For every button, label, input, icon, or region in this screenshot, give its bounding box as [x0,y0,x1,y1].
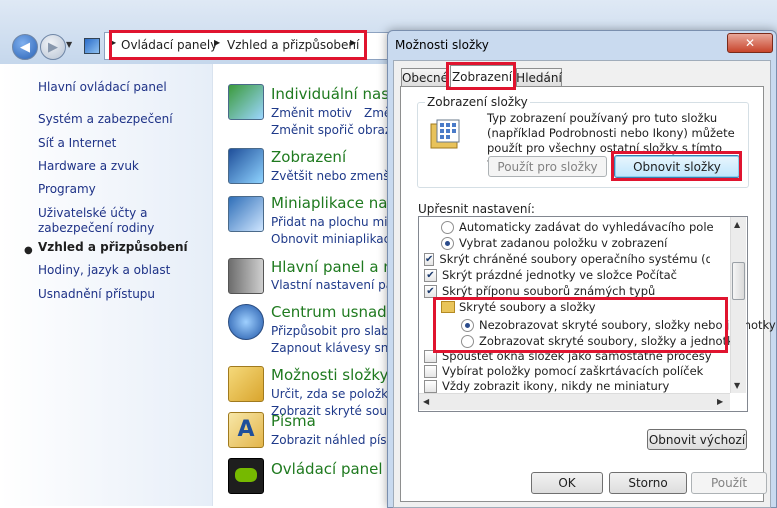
fonts-icon: A [228,412,264,448]
apply-to-folders-button[interactable]: Použít pro složky [488,156,607,177]
list-item[interactable]: Vybrat zadanou položku v zobrazení [441,236,667,250]
display-icon [228,148,264,184]
nav-link-programs[interactable]: Programy [38,182,208,197]
tab-general[interactable]: Obecné [401,68,449,87]
list-item-label: Vybírat položky pomocí zaškrtávacích pol… [442,364,704,378]
advanced-settings-label: Upřesnit nastavení: [418,202,535,216]
list-item-label: Vybrat zadanou položku v zobrazení [459,236,668,250]
forward-button[interactable]: ▶ [40,34,66,60]
list-item[interactable]: Automaticky zadávat do vyhledávacího pol… [441,220,714,234]
list-item[interactable]: ✔ Skrýt chráněné soubory operačního systé… [424,252,710,266]
forward-arrow-icon: ▶ [48,39,58,55]
category-title[interactable]: Hlavní panel a na [271,258,402,276]
gadgets-icon [228,196,264,232]
category-link[interactable]: Přidat na plochu minia [271,215,406,229]
category-title[interactable]: Možnosti složky [271,366,388,384]
ease-of-access-icon [228,304,264,340]
checkbox[interactable] [424,379,437,393]
list-item-label: Skrýt prázdné jednotky ve složce Počítač [442,268,678,282]
nav-link-user-accounts[interactable]: Uživatelské účty a zabezpečení rodiny [38,206,208,236]
checkbox[interactable]: ✔ [424,268,437,282]
back-arrow-icon: ◀ [20,39,30,55]
dialog-title: Možnosti složky [395,38,489,52]
category-title[interactable]: Centrum usnadn [271,303,396,321]
recent-pages-chevron-icon[interactable]: ▼ [66,40,76,52]
left-navigation-pane [0,64,213,506]
nav-link-system-security[interactable]: Systém a zabezpečení [38,112,208,127]
list-item[interactable]: ✔ Skrýt prázdné jednotky ve složce Počíta… [424,268,677,282]
checkbox[interactable]: ✔ [424,252,435,266]
horizontal-scrollbar[interactable] [419,393,730,410]
nav-link-hardware-sound[interactable]: Hardware a zvuk [38,159,208,174]
folder-icon [228,366,264,402]
checkbox[interactable]: ✔ [424,284,437,298]
radio-button[interactable] [441,220,454,234]
control-panel-icon [84,38,100,54]
close-button[interactable]: ✕ [727,33,773,53]
hidden-files-highlight-box [433,297,728,353]
ok-button[interactable]: OK [531,472,603,494]
category-title[interactable]: Ovládací panel N [271,460,399,478]
scroll-right-icon[interactable]: ▶ [717,397,723,406]
scroll-down-icon[interactable]: ▼ [734,381,740,390]
back-button[interactable]: ◀ [12,34,38,60]
category-title[interactable]: Zobrazení [271,148,346,166]
taskbar-icon [228,258,264,294]
vertical-scrollbar[interactable] [730,217,746,393]
restore-defaults-button[interactable]: Obnovit výchozí [647,429,747,450]
category-link[interactable]: Přizpůsobit pro slabý z [271,324,406,338]
scroll-up-icon[interactable]: ▲ [734,220,740,229]
category-link[interactable]: Určit, zda se položky o [271,387,406,401]
nav-link-clock-language[interactable]: Hodiny, jazyk a oblast [38,263,208,278]
list-item[interactable]: Vybírat položky pomocí zaškrtávacích pol… [424,364,703,378]
folder-views-label: Zobrazení složky [425,95,530,109]
category-title[interactable]: Individuální nasta [271,85,404,103]
list-item-label: Automaticky zadávat do vyhledávacího pol… [459,220,714,234]
tab-search[interactable]: Hledání [516,68,562,87]
nvidia-icon [228,458,264,494]
checkbox[interactable] [424,364,437,378]
nav-link-network-internet[interactable]: Síť a Internet [38,136,208,151]
category-title[interactable]: Miniaplikace na pl [271,194,406,212]
reset-highlight-box [611,151,742,181]
category-link[interactable]: Změnit motiv [271,106,352,120]
nav-link-appearance[interactable]: Vzhled a přizpůsobení [38,240,208,255]
category-link[interactable]: Zobrazit náhled písem [271,433,406,447]
list-item[interactable]: ✔ Skrýt příponu souborů známých typů [424,284,655,298]
category-link[interactable]: Změnit spořič obrazov [271,123,406,137]
scroll-thumb[interactable] [732,262,745,300]
active-bullet-icon: ● [24,245,33,256]
radio-button[interactable] [441,236,454,250]
list-item-label: Vždy zobrazit ikony, nikdy ne miniatury [442,379,670,393]
tab-highlight-box [446,62,516,90]
personalization-icon [228,84,264,120]
list-item[interactable]: Vždy zobrazit ikony, nikdy ne miniatury [424,379,669,393]
cancel-button[interactable]: Storno [609,472,687,494]
category-link[interactable]: Zvětšit nebo zmenšit t [271,169,406,183]
address-highlight-box [109,30,367,60]
list-item-label: Skrýt příponu souborů známých typů [442,284,656,298]
close-icon: ✕ [744,36,756,50]
scroll-left-icon[interactable]: ◀ [423,397,429,406]
nav-link-control-panel-home[interactable]: Hlavní ovládací panel [38,80,208,95]
nav-link-ease-of-access[interactable]: Usnadnění přístupu [38,287,208,302]
apply-button[interactable]: Použít [691,472,767,494]
list-item-label: Skrýt chráněné soubory operačního systém… [439,252,710,266]
category-title[interactable]: Písma [271,412,316,430]
folder-views-icon [429,118,463,152]
